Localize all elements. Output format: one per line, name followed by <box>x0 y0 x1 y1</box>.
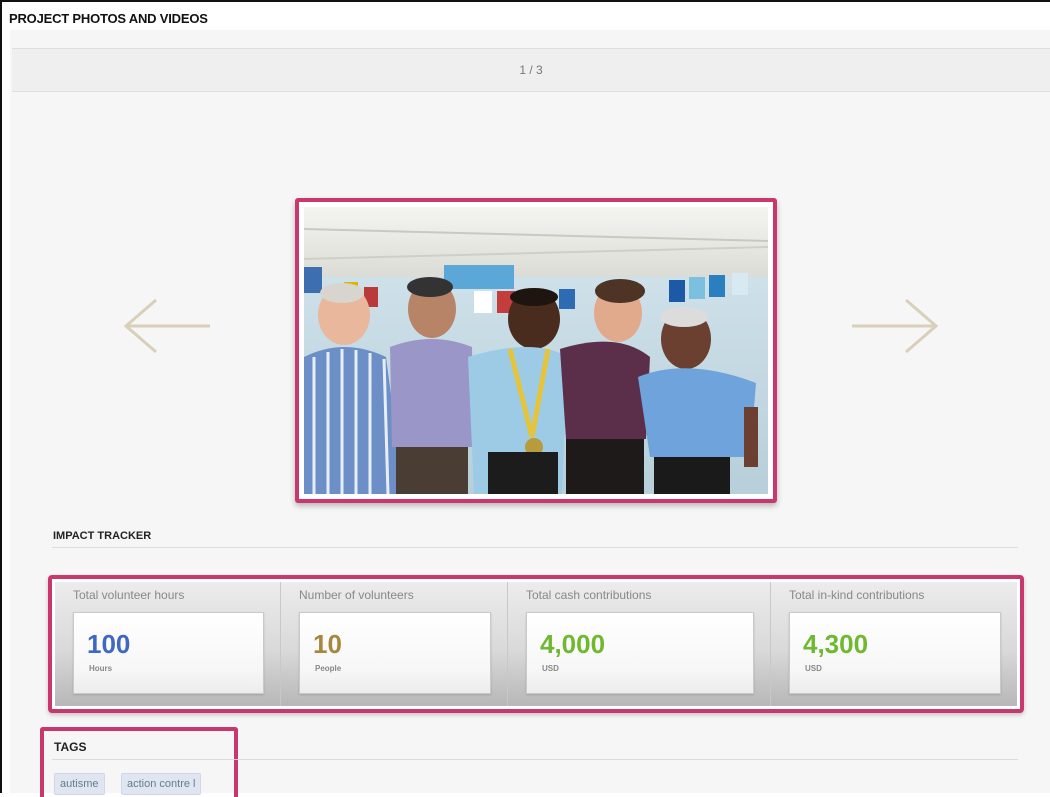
stat-unit: USD <box>542 664 559 673</box>
arrow-right-icon <box>852 298 939 354</box>
tags-divider <box>52 759 1018 760</box>
stat-card: 4,000 USD <box>526 612 754 694</box>
impact-tracker-title: IMPACT TRACKER <box>53 530 152 542</box>
tag-chip[interactable]: action contre l <box>121 773 202 795</box>
stat-volunteer-hours: Total volunteer hours 100 Hours <box>55 582 281 706</box>
stat-unit: USD <box>805 664 822 673</box>
impact-tracker-highlight: Total volunteer hours 100 Hours Number o… <box>48 575 1024 713</box>
previous-button[interactable] <box>122 296 212 356</box>
stat-card: 4,300 USD <box>789 612 1001 694</box>
tag-chip[interactable]: autisme <box>54 773 105 795</box>
stat-cash-contributions: Total cash contributions 4,000 USD <box>508 582 771 706</box>
stat-volunteers: Number of volunteers 10 People <box>281 582 508 706</box>
project-photo <box>304 207 768 494</box>
stat-card: 100 Hours <box>73 612 264 694</box>
stat-inkind-contributions: Total in-kind contributions 4,300 USD <box>771 582 1017 706</box>
tags-title: TAGS <box>54 740 87 754</box>
slide-counter-text: 1 / 3 <box>519 63 543 77</box>
stat-label: Total volunteer hours <box>73 588 185 602</box>
stat-label: Number of volunteers <box>299 588 414 602</box>
stat-value: 10 <box>313 629 342 659</box>
next-button[interactable] <box>850 296 940 356</box>
stat-unit: People <box>315 664 342 673</box>
section-title: PROJECT PHOTOS AND VIDEOS <box>9 11 208 26</box>
stat-label: Total in-kind contributions <box>789 588 925 602</box>
stat-card: 10 People <box>299 612 491 694</box>
stat-value: 100 <box>87 629 131 659</box>
slide-counter: 1 / 3 <box>12 48 1050 92</box>
arrow-left-icon <box>123 298 210 354</box>
impact-divider <box>52 547 1018 548</box>
stat-unit: Hours <box>89 664 113 673</box>
stat-value: 4,000 <box>540 629 606 659</box>
stat-value: 4,300 <box>803 629 869 659</box>
stat-label: Total cash contributions <box>526 588 652 602</box>
photo-highlight[interactable] <box>295 198 777 503</box>
